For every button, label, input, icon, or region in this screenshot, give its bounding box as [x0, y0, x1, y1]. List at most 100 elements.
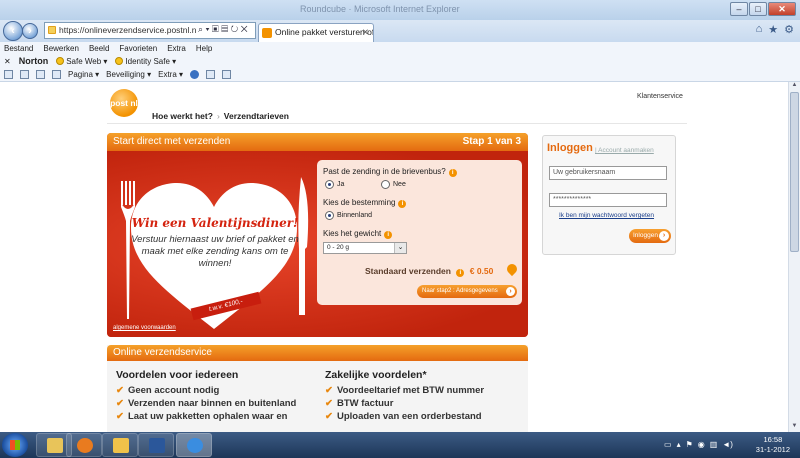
norton-toolbar: ✕ Norton Safe Web ▾ Identity Safe ▾ [0, 55, 800, 68]
home-icon[interactable]: ⌂ [756, 23, 763, 36]
menu-beeld[interactable]: Beeld [89, 42, 109, 55]
norton-brand[interactable]: Norton [19, 55, 49, 68]
help-icon[interactable] [190, 70, 200, 79]
scroll-thumb[interactable] [790, 92, 799, 252]
lock-icon [48, 26, 56, 34]
terms-link[interactable]: algemene voorwaarden [113, 325, 176, 331]
nav-verzendtarieven[interactable]: Verzendtarieven [224, 111, 289, 121]
close-window-button[interactable]: ✕ [768, 2, 796, 16]
username-field[interactable]: Uw gebruikersnaam [549, 166, 667, 180]
info-icon[interactable]: i [384, 231, 393, 239]
postnl-logo[interactable]: post nl [110, 89, 138, 117]
command-beveiliging[interactable]: Beveiliging ▾ [106, 68, 151, 82]
menu-bewerken[interactable]: Bewerken [43, 42, 79, 55]
chevron-down-icon: ⌄ [394, 243, 406, 253]
clock[interactable]: 16:58 31-1-2012 [756, 435, 790, 455]
favorites-star-icon[interactable]: ★ [768, 23, 778, 36]
mail-icon[interactable] [36, 70, 45, 79]
taskbar-outlook[interactable] [102, 433, 138, 457]
create-account-link[interactable]: | Account aanmaken [595, 147, 654, 154]
window-titlebar: Roundcube · Microsoft Internet Explorer … [0, 0, 800, 20]
panel-body: Win een Valentijnsdiner! Verstuur hierna… [107, 151, 528, 337]
tab-postnl[interactable]: Online pakket versturen of ... ✕ [258, 23, 374, 42]
taskbar-word[interactable] [138, 433, 174, 457]
list-item: ✔ BTW factuur [325, 398, 394, 409]
promo-text-block: Win een Valentijnsdiner! Verstuur hierna… [131, 216, 299, 270]
close-tab-icon[interactable]: ✕ [362, 24, 369, 41]
scroll-down-icon[interactable]: ▼ [789, 423, 800, 432]
menu-help[interactable]: Help [196, 42, 212, 55]
menu-extra[interactable]: Extra [167, 42, 186, 55]
taskbar-mediaplayer[interactable] [66, 433, 102, 457]
forward-button[interactable]: › [22, 23, 38, 39]
norton-tray-icon[interactable]: ◉ [698, 440, 705, 449]
flag-icon[interactable]: ⚑ [686, 440, 693, 449]
close-toolbar-icon[interactable]: ✕ [4, 55, 11, 68]
taskbar: ▭ ▴ ⚑ ◉ ▥ ◄) 16:58 31-1-2012 [0, 432, 800, 458]
menu-favorieten[interactable]: Favorieten [119, 42, 157, 55]
minimize-button[interactable]: – [730, 2, 748, 16]
keyboard-icon[interactable]: ▭ [664, 440, 672, 449]
info-icon[interactable]: i [448, 169, 457, 177]
radio-ja[interactable] [325, 180, 334, 189]
tab-title: Online pakket versturen of ... [275, 27, 374, 37]
label-ja: Ja [337, 181, 345, 188]
volume-icon[interactable]: ◄) [722, 440, 733, 449]
info-icon[interactable]: i [398, 200, 407, 208]
weight-select[interactable]: 0 - 20 g ⌄ [323, 242, 407, 254]
nav-hoe-werkt-het[interactable]: Hoe werkt het? [152, 111, 213, 121]
print-icon[interactable] [52, 70, 61, 79]
question-gewicht: Kies het gewicht i [323, 229, 393, 239]
norton-identity-safe[interactable]: Identity Safe ▾ [115, 55, 176, 68]
info-icon[interactable]: i [456, 269, 465, 277]
window-title: Roundcube · Microsoft Internet Explorer [300, 4, 460, 14]
question-bestemming: Kies de bestemming i [323, 198, 407, 208]
start-button[interactable] [2, 433, 28, 457]
show-hidden-icon[interactable]: ▴ [677, 440, 681, 449]
favorites-icon[interactable] [4, 70, 13, 79]
promo-heading: Win een Valentijnsdiner! [131, 216, 299, 230]
radio-binnenland[interactable] [325, 211, 334, 220]
service-section: Online verzendservice Voordelen voor ied… [107, 345, 528, 432]
maximize-button[interactable]: □ [749, 2, 767, 16]
lock-status-icon[interactable]: ▾ ▣ [206, 24, 219, 34]
login-button[interactable]: Inloggen › [629, 229, 671, 243]
tools-gear-icon[interactable]: ⚙ [784, 23, 794, 36]
search-icon[interactable]: ⌕ [198, 24, 203, 34]
list-item: ✔ Geen account nodig [116, 385, 220, 396]
location-pin-icon [504, 261, 520, 277]
promo-body: Verstuur hiernaast uw brief of pakket en… [131, 234, 299, 269]
nav-divider [107, 123, 687, 124]
folder-icon [47, 438, 63, 453]
start-panel: Start direct met verzenden Stap 1 van 3 … [107, 133, 528, 337]
scroll-up-icon[interactable]: ▲ [789, 82, 800, 91]
command-extra[interactable]: Extra ▾ [158, 68, 183, 82]
stop-icon[interactable]: ✕ [241, 24, 248, 34]
price-label: Standaard verzenden [365, 266, 451, 276]
radio-nee[interactable] [381, 180, 390, 189]
shipping-form: Past de zending in de brievenbus? i Ja Ne… [317, 160, 522, 305]
password-field[interactable]: ************** [549, 193, 667, 207]
vertical-scrollbar[interactable]: ▲ ▼ [788, 82, 800, 432]
identity-safe-icon [115, 57, 124, 65]
login-box: Inloggen | Account aanmaken Uw gebruiker… [542, 135, 676, 255]
back-button[interactable]: ‹ [3, 21, 23, 41]
command-pagina[interactable]: Pagina ▾ [68, 68, 99, 82]
mail-icon [113, 438, 129, 453]
network-icon[interactable]: ▥ [710, 440, 718, 449]
feeds-icon[interactable] [20, 70, 29, 79]
onenote-icon[interactable] [222, 70, 232, 79]
list-item: ✔ Uploaden van een orderbestand [325, 411, 482, 422]
refresh-icon[interactable]: ↻ [231, 24, 239, 34]
menu-bestand[interactable]: Bestand [4, 42, 33, 55]
price-value: € 0.50 [469, 266, 494, 276]
forgot-password-link[interactable]: Ik ben mijn wachtwoord vergeten [559, 212, 654, 219]
klantenservice-link[interactable]: Klantenservice [637, 93, 683, 100]
taskbar-internet-explorer[interactable] [176, 433, 212, 457]
command-bar: Pagina ▾ Beveiliging ▾ Extra ▾ [0, 68, 800, 82]
compatibility-icon[interactable]: ▤ [221, 24, 228, 34]
question-brievenbus: Past de zending in de brievenbus? i [323, 167, 457, 177]
norton-safe-web[interactable]: Safe Web ▾ [56, 55, 107, 68]
research-icon[interactable] [206, 70, 216, 79]
next-step-button[interactable]: Naar stap2 : Adresgegevens › [417, 285, 517, 298]
